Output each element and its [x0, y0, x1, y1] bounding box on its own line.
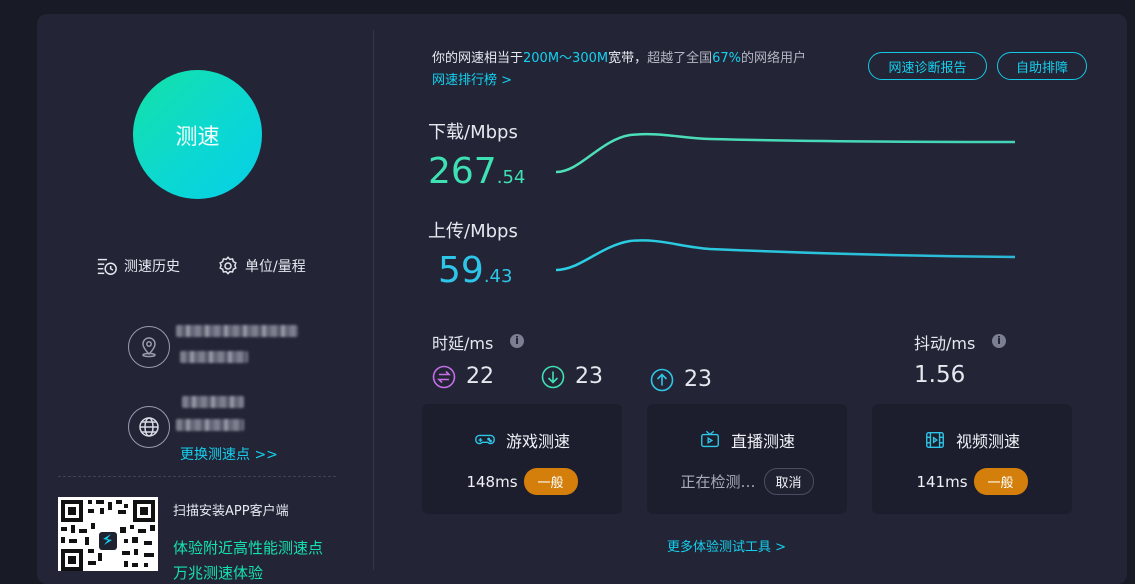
video-test-rating-badge: 一般 [973, 468, 1028, 495]
latency-label: 时延/ms [432, 334, 494, 353]
diagnosis-report-button[interactable]: 网速诊断报告 [868, 52, 987, 80]
arrow-up-icon [650, 368, 674, 391]
redacted-location-text [176, 325, 298, 337]
jitter-value: 1.56 [914, 362, 966, 388]
video-test-card[interactable]: 视频测速 141ms 一般 [872, 404, 1072, 514]
video-icon [926, 431, 944, 449]
history-icon [97, 258, 117, 275]
latency-idle-value: 22 [466, 364, 494, 389]
download-value-dec: .54 [496, 167, 526, 188]
download-value: 267.54 [428, 154, 525, 196]
video-test-value: 141ms [916, 472, 968, 491]
game-test-title: 游戏测速 [505, 432, 570, 451]
download-speed-curve [555, 132, 1016, 174]
jitter-label: 抖动/ms [914, 334, 976, 353]
self-troubleshoot-button[interactable]: 自助排障 [997, 52, 1087, 80]
download-label: 下载/Mbps [428, 122, 518, 143]
units-range-label: 单位/量程 [245, 259, 306, 275]
scan-install-app-title: 扫描安装APP客户端 [173, 504, 289, 519]
latency-download: 23 [541, 364, 603, 389]
upload-speed-curve [555, 239, 1016, 272]
speed-history-button[interactable]: 测速历史 [96, 255, 180, 277]
jitter-info-icon[interactable]: i [992, 334, 1006, 348]
upload-label: 上传/Mbps [428, 221, 518, 242]
speed-charts [555, 132, 1016, 272]
tv-icon [701, 430, 719, 448]
latency-idle: 22 [432, 364, 494, 389]
upload-value-int: 59 [438, 250, 484, 291]
latency-info-icon[interactable]: i [510, 334, 524, 348]
summary-mid: 宽带， [608, 51, 648, 66]
download-value-int: 267 [428, 151, 497, 192]
beat-percent: 67% [712, 51, 742, 66]
latency-upload: 23 [650, 367, 712, 392]
server-location [128, 325, 328, 386]
game-test-value: 148ms [466, 472, 518, 491]
live-test-cancel-button[interactable]: 取消 [763, 468, 814, 495]
speed-ranking-link[interactable]: 网速排行榜 > [432, 69, 512, 88]
live-test-card[interactable]: 直播测速 正在检测… 取消 [647, 404, 847, 514]
start-speed-test-button[interactable]: 测速 [133, 70, 262, 199]
upload-value: 59.43 [438, 253, 512, 295]
live-test-status: 正在检测… [680, 473, 756, 491]
upload-value-dec: .43 [483, 266, 513, 287]
more-tools-link[interactable]: 更多体验测试工具 > [667, 536, 786, 555]
location-pin-icon [128, 326, 170, 368]
summary-beat: 超越了全国 [647, 51, 713, 66]
arrow-down-icon [541, 365, 565, 388]
column-divider [373, 30, 374, 570]
game-test-card[interactable]: 游戏测速 148ms 一般 [422, 404, 622, 514]
speed-summary: 你的网速相当于200M～300M宽带，超越了全国67%的网络用户 [432, 47, 806, 66]
gamepad-icon [475, 434, 495, 445]
bandwidth-range: 200M～300M [523, 51, 609, 66]
scan-benefit-2: 万兆测速体验 [173, 564, 264, 582]
change-test-node-link[interactable]: 更换测速点 >> [180, 444, 278, 464]
swap-arrows-icon [432, 365, 456, 388]
gear-icon [219, 256, 237, 275]
game-test-rating-badge: 一般 [523, 468, 578, 495]
globe-icon [128, 406, 170, 448]
latency-download-value: 23 [575, 364, 603, 389]
redacted-isp-subtext [176, 419, 244, 431]
scan-benefit-1: 体验附近高性能测速点 [173, 539, 324, 557]
redacted-location-subtext [180, 351, 248, 363]
summary-prefix: 你的网速相当于 [432, 51, 524, 66]
left-divider [58, 476, 336, 477]
summary-tail: 的网络用户 [741, 51, 807, 66]
units-range-button[interactable]: 单位/量程 [217, 255, 306, 277]
redacted-isp-text [182, 396, 244, 408]
latency-upload-value: 23 [684, 367, 712, 392]
app-qr-code [58, 497, 158, 571]
video-test-title: 视频测速 [955, 432, 1020, 451]
live-test-title: 直播测速 [730, 432, 795, 451]
speed-history-label: 测速历史 [124, 259, 180, 275]
